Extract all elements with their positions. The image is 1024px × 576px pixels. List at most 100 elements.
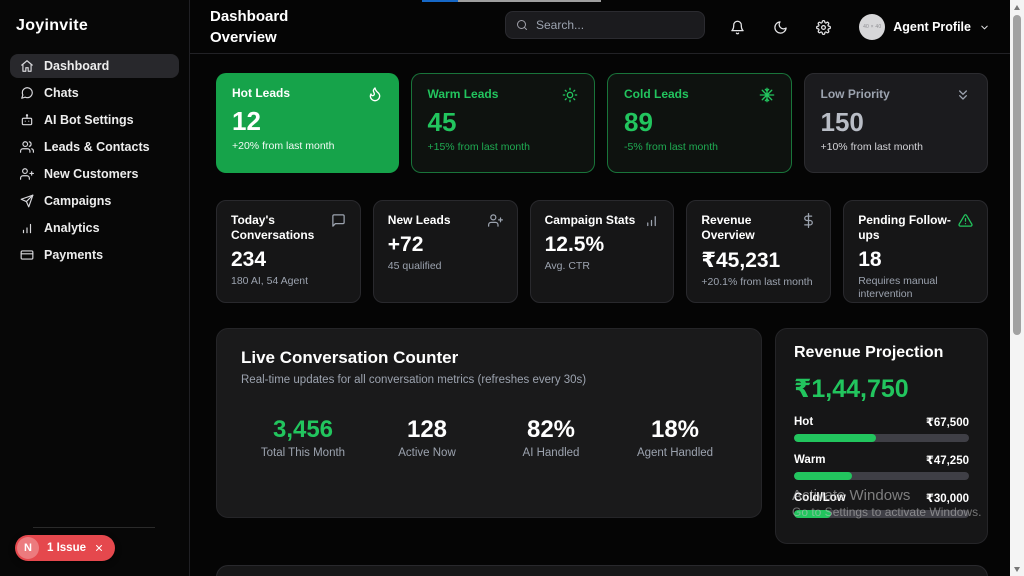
- sidebar-item-chats[interactable]: Chats: [10, 81, 179, 105]
- sidebar-divider: [33, 527, 155, 528]
- row-amount: ₹67,500: [926, 415, 969, 429]
- row-amount: ₹30,000: [926, 491, 969, 505]
- cold-leads-card: Cold Leads 89 -5% from last month: [607, 73, 792, 173]
- stat-label: AI Handled: [489, 447, 613, 459]
- search-box[interactable]: [505, 11, 705, 39]
- profile-label: Agent Profile: [893, 20, 971, 34]
- avatar: 40 × 40: [859, 14, 885, 40]
- sidebar: Joyinvite Dashboard Chats AI Bot Setting…: [0, 0, 190, 576]
- issue-count-label: 1 Issue: [47, 542, 86, 554]
- header: Dashboard Overview 40 × 40 Agent Profile: [190, 0, 1010, 54]
- notifications-button[interactable]: [730, 20, 745, 35]
- brand-logo: Joyinvite: [0, 0, 189, 48]
- users-icon: [20, 140, 34, 154]
- section-subtitle: Real-time updates for all conversation m…: [241, 374, 737, 386]
- stat-value: 128: [365, 416, 489, 444]
- bar-chart-icon: [20, 221, 34, 235]
- close-icon[interactable]: [94, 543, 104, 553]
- sidebar-item-analytics[interactable]: Analytics: [10, 216, 179, 240]
- progress-fill: [794, 510, 831, 518]
- card-title: Pending Follow-ups: [858, 213, 952, 243]
- progress-bar: [794, 510, 969, 518]
- row-label: Cold/Low: [794, 492, 846, 504]
- theme-toggle-button[interactable]: [773, 20, 788, 35]
- card-title: Cold Leads: [624, 87, 689, 101]
- sidebar-item-label: New Customers: [44, 167, 138, 181]
- main-area: Dashboard Overview 40 × 40 Agent Profile: [190, 0, 1010, 576]
- sidebar-item-label: Leads & Contacts: [44, 140, 150, 154]
- progress-fill: [794, 472, 852, 480]
- card-value: +72: [388, 233, 503, 257]
- moon-icon: [773, 20, 788, 35]
- user-plus-icon: [488, 213, 503, 228]
- stat-label: Total This Month: [241, 447, 365, 459]
- hot-leads-card: Hot Leads 12 +20% from last month: [216, 73, 399, 173]
- sidebar-nav: Dashboard Chats AI Bot Settings Leads & …: [0, 48, 189, 276]
- card-note: -5% from last month: [624, 141, 775, 153]
- search-input[interactable]: [536, 18, 694, 32]
- sidebar-item-label: Dashboard: [44, 59, 109, 73]
- progress-bar: [794, 434, 969, 442]
- snowflake-icon: [759, 87, 775, 103]
- card-title: Warm Leads: [428, 87, 499, 101]
- card-title: Hot Leads: [232, 86, 290, 100]
- bar-chart-icon: [644, 213, 659, 228]
- scrollbar-thumb[interactable]: [1013, 15, 1021, 335]
- card-title: Low Priority: [821, 87, 890, 101]
- dev-issue-badge[interactable]: N 1 Issue: [15, 535, 115, 561]
- sidebar-item-dashboard[interactable]: Dashboard: [10, 54, 179, 78]
- card-value: 12: [232, 106, 383, 136]
- user-plus-icon: [20, 167, 34, 181]
- row-label: Hot: [794, 416, 813, 428]
- stat-value: 82%: [489, 416, 613, 444]
- chevron-down-icon: [979, 22, 990, 33]
- profile-menu[interactable]: 40 × 40 Agent Profile: [859, 14, 990, 40]
- card-value: 89: [624, 107, 775, 137]
- card-note: +15% from last month: [428, 141, 579, 153]
- section-title: Live Conversation Counter: [241, 348, 737, 368]
- browser-scrollbar[interactable]: [1010, 0, 1024, 576]
- dashboard-content: Hot Leads 12 +20% from last month Warm L…: [190, 54, 1010, 576]
- nextjs-logo: N: [17, 537, 39, 559]
- card-note: Requires manual intervention: [858, 275, 973, 301]
- bell-icon: [730, 20, 745, 35]
- card-note: 180 AI, 54 Agent: [231, 275, 346, 288]
- live-stat-agent-handled: 18% Agent Handled: [613, 416, 737, 459]
- card-note: 45 qualified: [388, 260, 503, 273]
- row-amount: ₹47,250: [926, 453, 969, 467]
- chevrons-down-icon: [955, 87, 971, 103]
- card-title: New Leads: [388, 213, 451, 228]
- header-actions: 40 × 40 Agent Profile: [730, 0, 990, 54]
- stat-value: 18%: [613, 416, 737, 444]
- stat-label: Agent Handled: [613, 447, 737, 459]
- sidebar-item-new-customers[interactable]: New Customers: [10, 162, 179, 186]
- card-value: 150: [821, 107, 972, 137]
- sidebar-item-leads-contacts[interactable]: Leads & Contacts: [10, 135, 179, 159]
- stat-label: Active Now: [365, 447, 489, 459]
- bottom-row: Live Conversation Counter Real-time upda…: [216, 328, 988, 544]
- card-value: 12.5%: [545, 233, 660, 257]
- settings-button[interactable]: [816, 20, 831, 35]
- sun-icon: [562, 87, 578, 103]
- revenue-projection-panel: Revenue Projection ₹1,44,750 Hot ₹67,500…: [775, 328, 988, 544]
- credit-card-icon: [20, 248, 34, 262]
- live-stat-ai-handled: 82% AI Handled: [489, 416, 613, 459]
- scrollbar-down-arrow[interactable]: [1010, 562, 1024, 576]
- sidebar-item-label: Campaigns: [44, 194, 111, 208]
- stat-cards-row: Today's Conversations 234 180 AI, 54 Age…: [216, 200, 988, 303]
- sidebar-item-campaigns[interactable]: Campaigns: [10, 189, 179, 213]
- scrollbar-up-arrow[interactable]: [1010, 0, 1024, 14]
- low-priority-card: Low Priority 150 +10% from last month: [804, 73, 989, 173]
- live-conversation-counter: Live Conversation Counter Real-time upda…: [216, 328, 762, 518]
- sidebar-item-label: AI Bot Settings: [44, 113, 134, 127]
- card-note: +20% from last month: [232, 140, 383, 152]
- send-icon: [20, 194, 34, 208]
- loading-progress-bar: [422, 0, 458, 2]
- dollar-icon: [801, 213, 816, 228]
- sidebar-item-payments[interactable]: Payments: [10, 243, 179, 267]
- live-stat-total: 3,456 Total This Month: [241, 416, 365, 459]
- flame-icon: [367, 86, 383, 102]
- sidebar-item-ai-bot-settings[interactable]: AI Bot Settings: [10, 108, 179, 132]
- revenue-overview-card: Revenue Overview ₹45,231 +20.1% from las…: [686, 200, 831, 303]
- warm-leads-card: Warm Leads 45 +15% from last month: [411, 73, 596, 173]
